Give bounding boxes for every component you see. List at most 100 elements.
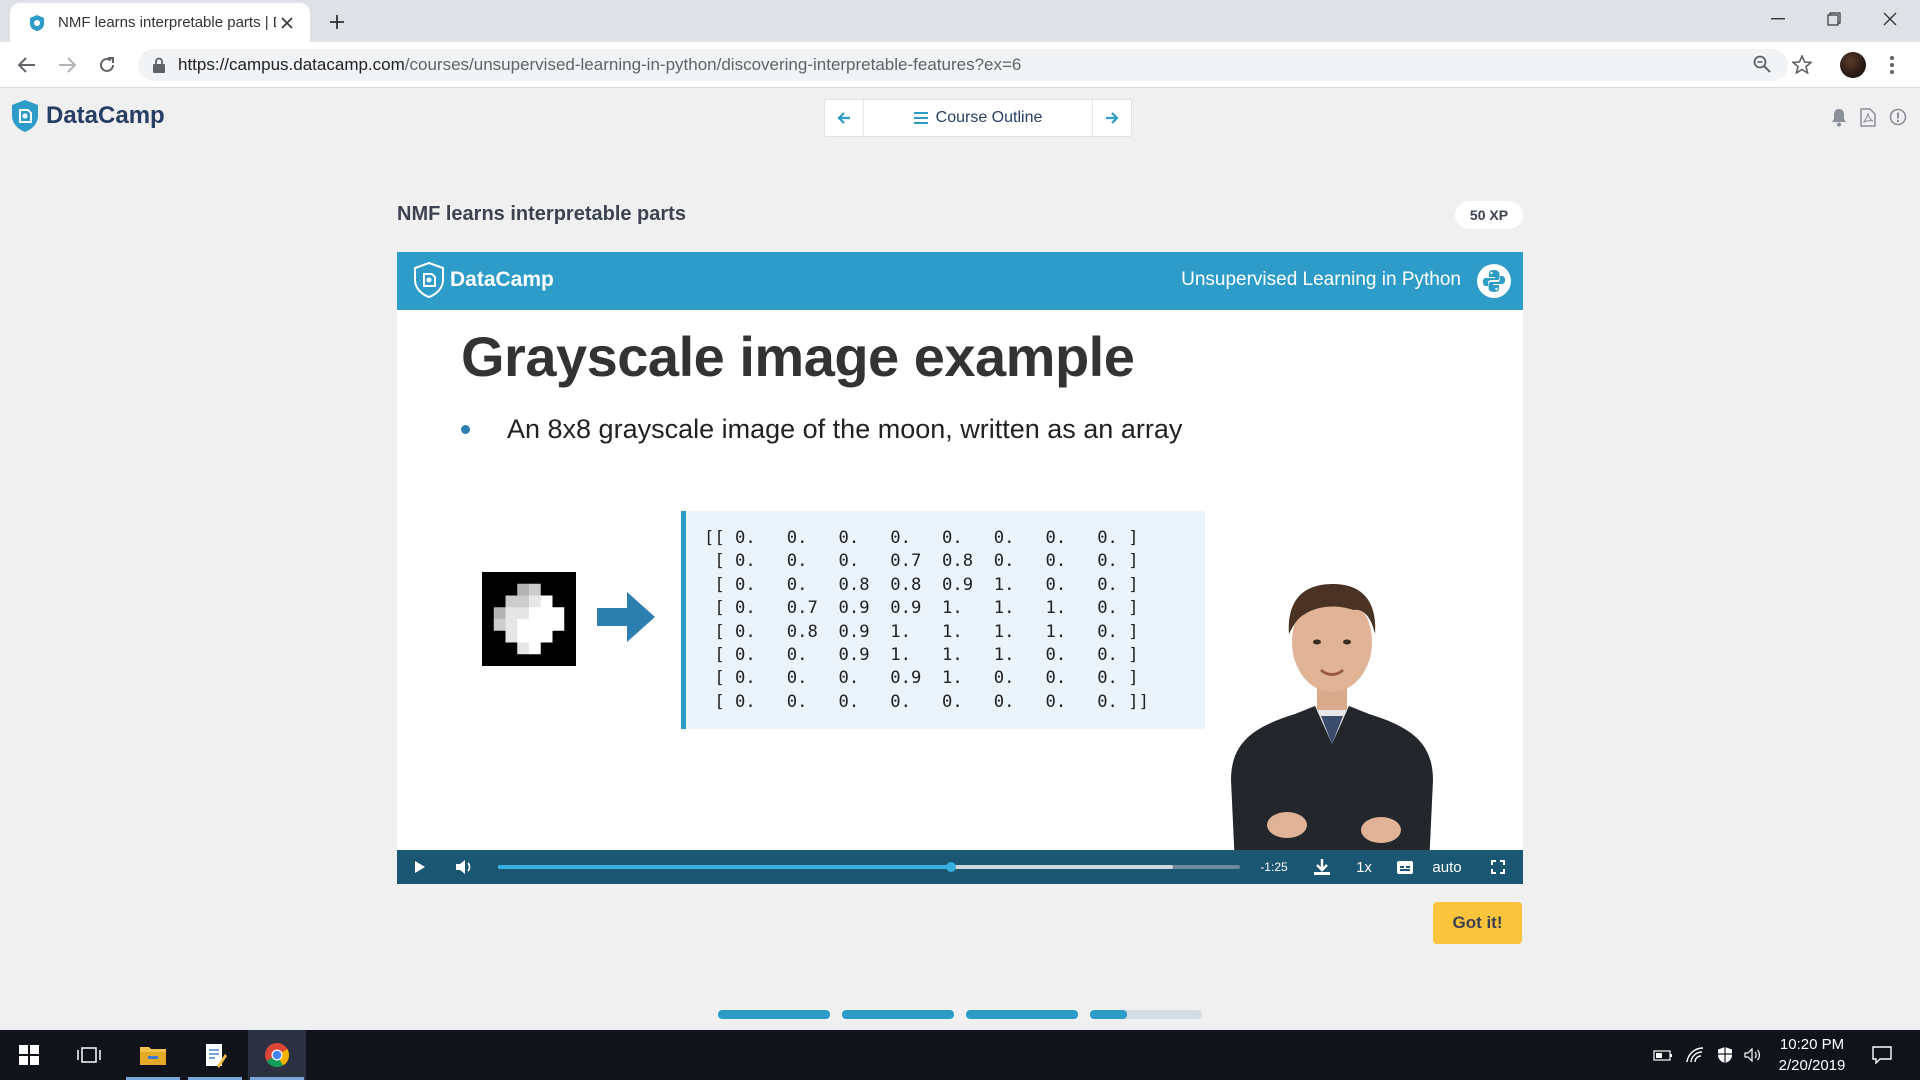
- course-outline-label: Course Outline: [935, 109, 1043, 126]
- info-icon[interactable]: [1887, 106, 1909, 128]
- taskbar-clock[interactable]: 10:20 PM 2/20/2019: [1762, 1034, 1862, 1076]
- presenter-video-frame: [1231, 584, 1433, 866]
- start-icon[interactable]: [0, 1030, 58, 1080]
- datacamp-favicon-icon: [30, 14, 44, 31]
- moon-pixel: [540, 642, 553, 655]
- next-exercise-button[interactable]: [1093, 100, 1131, 136]
- moon-pixel: [540, 583, 553, 596]
- file-explorer-icon[interactable]: [124, 1030, 182, 1080]
- course-outline-button[interactable]: Course Outline: [863, 100, 1093, 136]
- moon-pixel: [517, 630, 530, 643]
- moon-pixel: [482, 607, 495, 620]
- slide-heading: Grayscale image example: [461, 325, 1135, 388]
- moon-array-text: [[ 0. 0. 0. 0. 0. 0. 0. 0. ] [ 0. 0. 0. …: [704, 528, 1149, 712]
- video-controls-bar: -1:25 1x auto: [397, 850, 1523, 884]
- moon-pixel: [482, 642, 495, 655]
- slide-header-band: DataCamp Unsupervised Learning in Python: [397, 252, 1523, 310]
- browser-toolbar: https://campus.datacamp.com/courses/unsu…: [0, 42, 1920, 88]
- moon-pixel: [505, 654, 518, 666]
- close-tab-icon[interactable]: [276, 12, 298, 34]
- moon-pixel: [540, 607, 553, 620]
- progress-segment-fill: [842, 1010, 954, 1019]
- video-player[interactable]: DataCamp Unsupervised Learning in Python…: [397, 252, 1523, 884]
- wifi-icon[interactable]: [1682, 1030, 1708, 1080]
- restore-icon[interactable]: [1806, 0, 1862, 38]
- playback-speed-button[interactable]: 1x: [1349, 850, 1379, 884]
- play-icon[interactable]: [405, 850, 435, 884]
- previous-exercise-button[interactable]: [825, 100, 863, 136]
- browser-tab[interactable]: NMF learns interpretable parts | D: [10, 3, 310, 42]
- got-it-button[interactable]: Got it!: [1433, 902, 1522, 944]
- datacamp-logo[interactable]: DataCamp: [10, 99, 165, 133]
- lock-icon: [153, 57, 165, 73]
- quality-button[interactable]: auto: [1427, 850, 1467, 884]
- action-center-icon[interactable]: [1864, 1030, 1900, 1080]
- hamburger-icon: [913, 112, 928, 124]
- volume-icon[interactable]: [449, 850, 479, 884]
- moon-pixel: [552, 583, 565, 596]
- notification-bell-icon[interactable]: [1828, 106, 1850, 128]
- moon-pixel: [552, 642, 565, 655]
- moon-pixel: [552, 654, 565, 666]
- moon-pixel: [482, 583, 495, 596]
- new-tab-icon[interactable]: [322, 7, 352, 37]
- moon-pixel: [482, 572, 495, 585]
- reload-icon[interactable]: [93, 51, 121, 79]
- moon-pixel: [493, 595, 506, 608]
- bookmark-star-icon[interactable]: [1787, 49, 1817, 79]
- pdf-slides-icon[interactable]: [1857, 106, 1879, 128]
- battery-icon[interactable]: [1650, 1030, 1676, 1080]
- task-view-icon[interactable]: [60, 1030, 118, 1080]
- fullscreen-icon[interactable]: [1483, 850, 1513, 884]
- download-icon[interactable]: [1307, 850, 1337, 884]
- video-progress-bar[interactable]: [498, 862, 1240, 872]
- windows-taskbar: 10:20 PM 2/20/2019: [0, 1030, 1920, 1080]
- progress-segment[interactable]: [718, 1010, 830, 1019]
- forward-icon[interactable]: [53, 51, 81, 79]
- course-outline-nav: Course Outline: [824, 99, 1132, 137]
- exercise-title: NMF learns interpretable parts: [397, 203, 686, 225]
- moon-pixel: [552, 595, 565, 608]
- moon-pixel: [517, 583, 530, 596]
- xp-badge: 50 XP: [1455, 201, 1523, 229]
- security-shield-icon[interactable]: [1712, 1030, 1738, 1080]
- browser-menu-icon[interactable]: [1882, 52, 1902, 78]
- notepad-icon[interactable]: [186, 1030, 244, 1080]
- url-host: https://campus.datacamp.com: [178, 55, 405, 74]
- moon-pixel: [517, 654, 530, 666]
- moon-pixel: [540, 654, 553, 666]
- moon-pixel: [493, 583, 506, 596]
- moon-pixel: [505, 572, 518, 585]
- moon-pixel: [482, 630, 495, 643]
- subtitles-icon[interactable]: [1393, 850, 1417, 884]
- moon-pixel: [529, 654, 542, 666]
- moon-pixel: [564, 583, 576, 596]
- close-window-icon[interactable]: [1862, 0, 1918, 38]
- progress-segment[interactable]: [966, 1010, 1078, 1019]
- progress-segment[interactable]: [842, 1010, 954, 1019]
- moon-pixel: [564, 642, 576, 655]
- moon-pixel: [529, 595, 542, 608]
- chrome-icon[interactable]: [248, 1030, 306, 1080]
- logo-text: DataCamp: [46, 102, 165, 129]
- moon-pixel: [517, 595, 530, 608]
- time-remaining: -1:25: [1255, 850, 1293, 884]
- back-icon[interactable]: [13, 51, 41, 79]
- moon-pixel: [552, 619, 565, 632]
- progress-segment-fill: [1090, 1010, 1127, 1019]
- moon-pixel: [517, 607, 530, 620]
- profile-avatar[interactable]: [1840, 52, 1866, 78]
- progress-handle[interactable]: [945, 862, 956, 872]
- moon-pixel: [529, 583, 542, 596]
- minimize-icon[interactable]: [1750, 0, 1806, 38]
- progress-segment-fill: [966, 1010, 1078, 1019]
- moon-pixel: [540, 630, 553, 643]
- address-bar[interactable]: https://campus.datacamp.com/courses/unsu…: [138, 49, 1788, 81]
- moon-pixel: [540, 572, 553, 585]
- moon-pixel: [482, 595, 495, 608]
- blue-arrow-right-icon: [597, 592, 655, 642]
- bullet-dot: [461, 425, 470, 434]
- moon-pixel: [517, 572, 530, 585]
- zoom-icon[interactable]: [1747, 49, 1777, 79]
- progress-segment[interactable]: [1090, 1010, 1202, 1019]
